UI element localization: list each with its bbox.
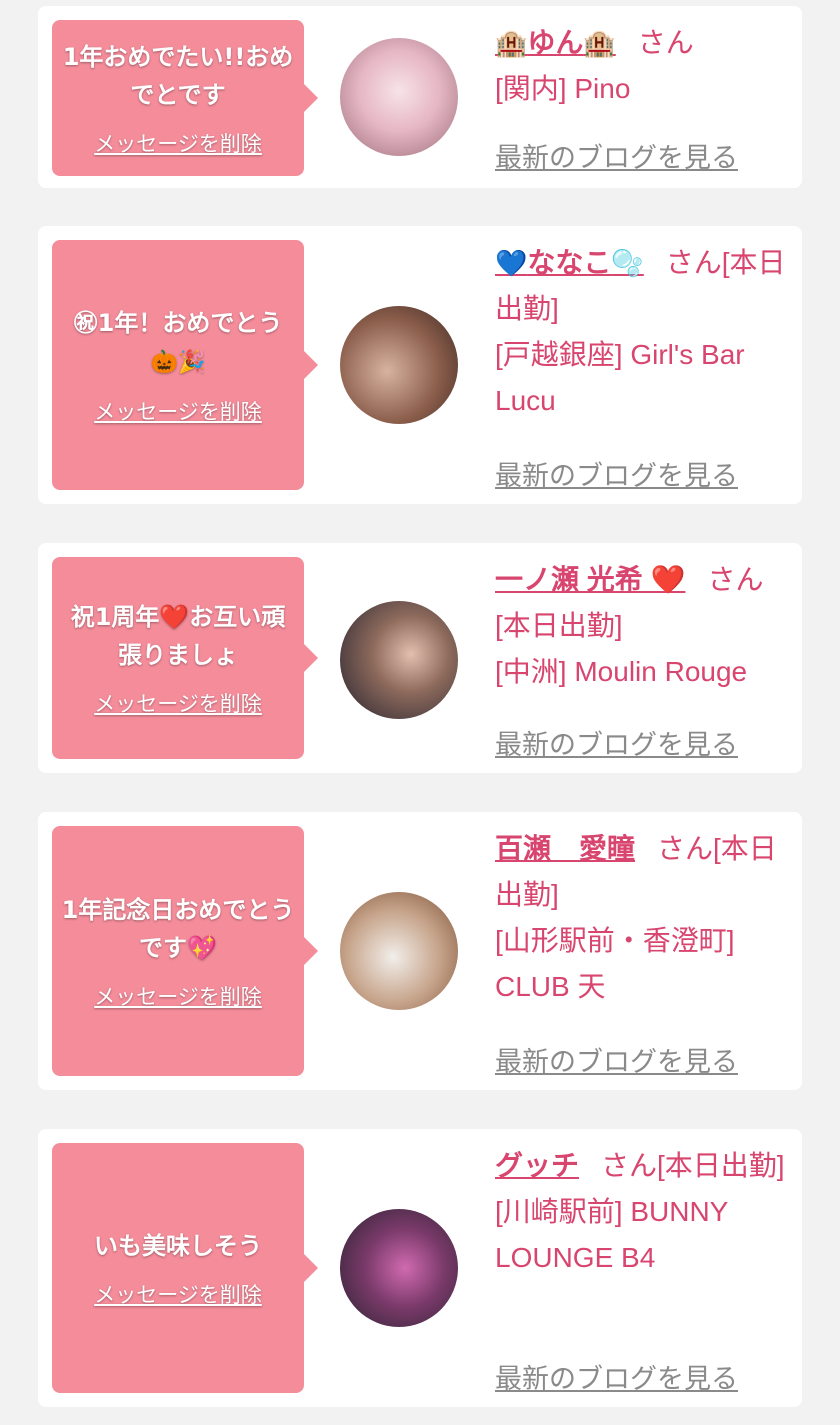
bubbles-icon: 🫧 [611,248,644,278]
cast-name-link[interactable]: グッチ [495,1150,579,1181]
cast-name-link[interactable]: 百瀬 愛瞳 [495,833,635,864]
shop-line: [中洲] Moulin Rouge [495,656,748,687]
latest-blog-link[interactable]: 最新のブログを見る [495,1040,738,1079]
latest-blog-link[interactable]: 最新のブログを見る [495,1357,738,1396]
message-card: ㊗1年！おめでとう 🎃🎉 メッセージを削除 💙ななこ🫧 さん[本日出勤] [戸越銀座… [38,226,802,504]
message-text: 祝1周年❤️お互い頑張りましょ [70,603,286,669]
honorific: さん [707,564,764,595]
honorific: さん [657,833,714,864]
cast-info: グッチ さん[本日出勤] [川崎駅前] BUNNY LOUNGE B4 [495,1143,791,1281]
latest-blog-link[interactable]: 最新のブログを見る [495,136,738,175]
cast-name-link[interactable]: 一ノ瀬 光希 ❤️ [495,564,685,595]
latest-blog-link[interactable]: 最新のブログを見る [495,454,738,493]
message-card: 祝1周年❤️お互い頑張りましょ メッセージを削除 一ノ瀬 光希 ❤️ さん [本日… [38,543,802,773]
avatar[interactable] [340,892,458,1010]
message-text: 1年おめでたい!!おめでとです [62,43,294,109]
avatar[interactable] [340,38,458,156]
honorific: さん [665,247,722,278]
delete-message-link[interactable]: メッセージを削除 [94,981,262,1011]
avatar[interactable] [340,1209,458,1327]
cast-info: 百瀬 愛瞳 さん[本日出勤] [山形駅前・香澄町] CLUB 天 [495,826,791,1010]
shop-line: [川崎駅前] BUNNY LOUNGE B4 [495,1196,728,1273]
message-text: いも美味しそう [94,1232,262,1260]
latest-blog-link[interactable]: 最新のブログを見る [495,723,738,762]
honorific: さん [601,1150,658,1181]
cast-info: 🏨ゆん🏨 さん [関内] Pino [495,20,791,112]
hotel-icon: 🏨 [495,28,528,58]
message-card: 1年記念日おめでとうです💖 メッセージを削除 百瀬 愛瞳 さん[本日出勤] [山形… [38,812,802,1090]
message-text: 1年記念日おめでとうです💖 [61,896,295,962]
cast-info: 一ノ瀬 光希 ❤️ さん [本日出勤] [中洲] Moulin Rouge [495,557,791,695]
shop-line: [戸越銀座] Girl's Bar Lucu [495,339,745,416]
message-card: 1年おめでたい!!おめでとです メッセージを削除 🏨ゆん🏨 さん [関内] Pin… [38,6,802,188]
delete-message-link[interactable]: メッセージを削除 [94,128,262,158]
cast-name-link[interactable]: 🏨ゆん🏨 [495,27,616,58]
message-text: ㊗1年！おめでとう 🎃🎉 [73,309,283,375]
work-status: [本日出勤] [657,1150,785,1181]
shop-line: [山形駅前・香澄町] CLUB 天 [495,925,735,1002]
message-bubble: 1年おめでたい!!おめでとです メッセージを削除 [52,20,318,176]
message-bubble: 祝1周年❤️お互い頑張りましょ メッセージを削除 [52,557,318,759]
avatar[interactable] [340,306,458,424]
cast-info: 💙ななこ🫧 さん[本日出勤] [戸越銀座] Girl's Bar Lucu [495,240,791,424]
delete-message-link[interactable]: メッセージを削除 [94,396,262,426]
message-bubble: いも美味しそう メッセージを削除 [52,1143,318,1393]
shop-line: [関内] Pino [495,73,631,104]
honorific: さん [637,27,694,58]
work-status: [本日出勤] [495,610,623,641]
celebration-icon: 🎃🎉 [150,350,206,375]
avatar[interactable] [340,601,458,719]
blue-heart-icon: 💙 [495,248,528,278]
cast-name-link[interactable]: 💙ななこ🫧 [495,247,644,278]
message-card: いも美味しそう メッセージを削除 グッチ さん[本日出勤] [川崎駅前] BUNN… [38,1129,802,1407]
delete-message-link[interactable]: メッセージを削除 [94,688,262,718]
hotel-icon: 🏨 [583,28,616,58]
delete-message-link[interactable]: メッセージを削除 [94,1279,262,1309]
message-bubble: ㊗1年！おめでとう 🎃🎉 メッセージを削除 [52,240,318,490]
message-bubble: 1年記念日おめでとうです💖 メッセージを削除 [52,826,318,1076]
